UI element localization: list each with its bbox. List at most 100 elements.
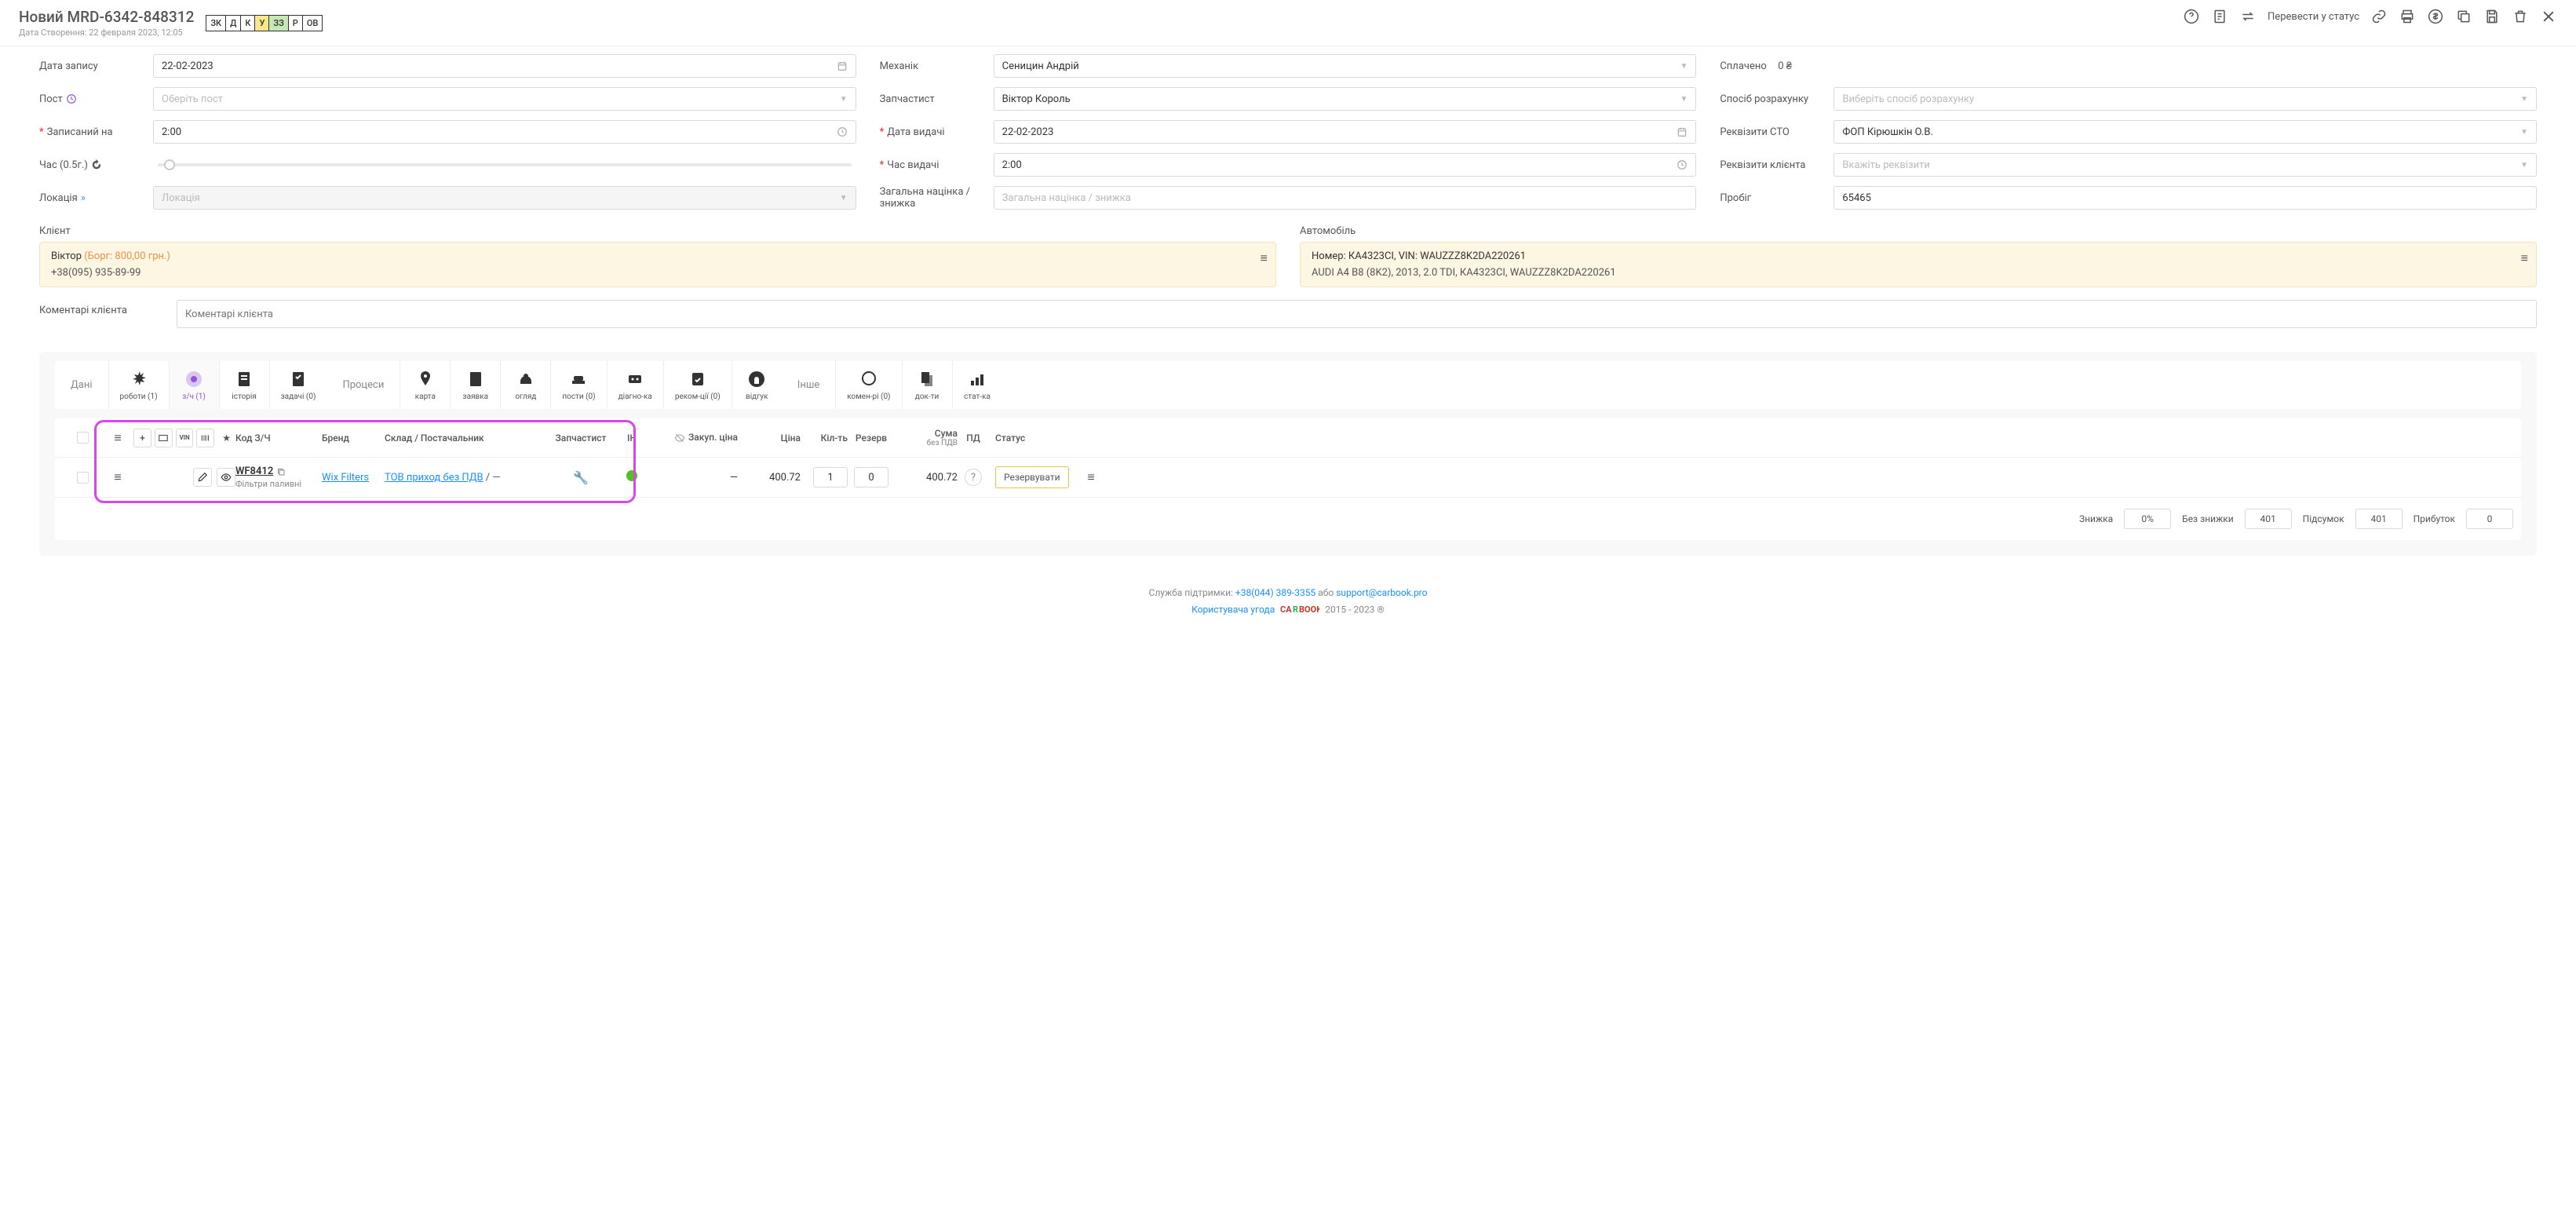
print-icon[interactable]	[2399, 8, 2416, 25]
scheduled-input[interactable]: 2:00	[153, 120, 856, 144]
badge-r[interactable]: Р	[288, 15, 303, 31]
date-input[interactable]: 22-02-2023	[153, 54, 856, 78]
tab-map[interactable]: карта	[400, 361, 450, 409]
mileage-label: Пробіг	[1720, 192, 1833, 204]
reserve-input[interactable]: 0	[854, 467, 888, 487]
client-menu-icon[interactable]: ≡	[1261, 250, 1268, 266]
car-menu-icon[interactable]: ≡	[2521, 250, 2528, 266]
th-qty: Кіл-ть	[801, 433, 848, 444]
scheduled-label: * Записаний на	[39, 126, 153, 138]
badge-u[interactable]: У	[254, 15, 269, 31]
tab-inspection[interactable]: огляд	[500, 361, 550, 409]
carbook-logo: CARBOOK	[1280, 603, 1319, 618]
discount-value[interactable]: 0%	[2124, 509, 2171, 529]
tabs-bar: Дані роботи (1) з/ч (1) історія задачі (…	[55, 361, 2521, 409]
car-box: ≡ Номер: КА4323СІ, VIN: WAUZZZ8K2DA22026…	[1300, 242, 2537, 287]
location-select[interactable]: Локація▼	[153, 186, 856, 210]
post-label: Пост	[39, 93, 153, 105]
comment-input[interactable]	[177, 300, 2537, 328]
badge-zk[interactable]: ЗК	[206, 15, 226, 31]
copy-code-icon[interactable]	[276, 467, 286, 476]
tab-group-other: Інше	[782, 361, 835, 409]
badge-ov[interactable]: ОВ	[302, 15, 323, 31]
transfer-status-label[interactable]: Перевести у статус	[2268, 11, 2359, 23]
favorite-button[interactable]: ★	[217, 429, 235, 447]
badge-zz[interactable]: ЗЗ	[268, 15, 288, 31]
add-part-button[interactable]: +	[133, 429, 151, 447]
cell-zprice: —	[651, 472, 738, 484]
markup-input[interactable]: Загальна націнка / знижка	[994, 186, 1697, 210]
th-brand: Бренд	[322, 433, 385, 444]
payment-select[interactable]: Виберіть спосіб розрахунку▼	[1833, 87, 2537, 111]
part-desc: Фільтри паливні	[235, 479, 322, 489]
tab-parts[interactable]: з/ч (1)	[169, 361, 219, 409]
row-actions-icon[interactable]: ≡	[1087, 469, 1094, 484]
location-label: Локація »	[39, 192, 153, 204]
th-reserve: Резерв	[848, 433, 895, 444]
client-box: ≡ Віктор (Борг: 800,00 грн.) +38(095) 93…	[39, 242, 1276, 287]
swap-icon[interactable]	[2239, 8, 2257, 25]
document-icon[interactable]	[2211, 8, 2228, 25]
close-icon[interactable]	[2540, 8, 2557, 25]
issue-date-input[interactable]: 22-02-2023	[994, 120, 1697, 144]
tab-works[interactable]: роботи (1)	[108, 361, 169, 409]
badge-k[interactable]: К	[240, 15, 255, 31]
view-button[interactable]	[217, 468, 235, 487]
issue-time-input[interactable]: 2:00	[994, 153, 1697, 177]
save-icon[interactable]	[2483, 8, 2501, 25]
tab-docs[interactable]: док-ти	[902, 361, 952, 409]
agreement-link[interactable]: Користувача угода	[1191, 604, 1275, 615]
tab-feedback[interactable]: відгук	[732, 361, 782, 409]
copy-icon[interactable]	[2455, 8, 2472, 25]
tab-stats[interactable]: стат-ка	[952, 361, 1002, 409]
vin-button[interactable]: VIN	[176, 429, 194, 447]
svg-text:BOOK: BOOK	[1299, 604, 1319, 615]
part-code[interactable]: WF8412	[235, 465, 273, 477]
tab-request[interactable]: заявка	[450, 361, 500, 409]
help-icon[interactable]	[2183, 8, 2200, 25]
tab-recom[interactable]: реком-ції (0)	[663, 361, 732, 409]
tab-tasks[interactable]: задачі (0)	[269, 361, 327, 409]
svg-text:CA: CA	[1280, 604, 1292, 615]
badge-d[interactable]: Д	[225, 15, 241, 31]
nodisc-value: 401	[2245, 509, 2292, 529]
catalog-button[interactable]	[155, 429, 173, 447]
requisites-client-select[interactable]: Вкажіть реквізити▼	[1833, 153, 2537, 177]
partsman-select[interactable]: Віктор Король▼	[994, 87, 1697, 111]
payment-label: Спосіб розрахунку	[1720, 93, 1833, 105]
status-badges: ЗК Д К У ЗЗ Р ОВ	[206, 15, 323, 31]
support-phone-link[interactable]: +38(044) 389-3355	[1235, 587, 1315, 598]
row-menu-icon[interactable]: ≡	[114, 469, 121, 485]
edit-button[interactable]	[193, 468, 212, 487]
supplier-link[interactable]: ТОВ приход без ПДВ	[385, 472, 483, 484]
client-phone: +38(095) 935-89-99	[51, 267, 1264, 279]
header-menu-icon[interactable]: ≡	[114, 430, 121, 446]
wrench-icon[interactable]: 🔧	[573, 470, 589, 485]
reserve-button[interactable]: Резервувати	[995, 466, 1069, 488]
brand-link[interactable]: Wix Filters	[322, 472, 369, 484]
mechanic-select[interactable]: Сеницин Андрій▼	[994, 54, 1697, 78]
delete-icon[interactable]	[2512, 8, 2529, 25]
tab-comments[interactable]: комен-рі (0)	[835, 361, 901, 409]
qty-input[interactable]: 1	[813, 467, 848, 487]
tab-posts[interactable]: пости (0)	[550, 361, 606, 409]
tab-history[interactable]: історія	[219, 361, 269, 409]
th-supplier: Склад / Постачальник	[385, 433, 549, 444]
tab-diag[interactable]: діагно-ка	[607, 361, 663, 409]
barcode-button[interactable]	[196, 429, 214, 447]
time-slider[interactable]	[153, 163, 856, 166]
subtotal-label: Підсумок	[2303, 513, 2344, 524]
post-select[interactable]: Оберіть пост▼	[153, 87, 856, 111]
dollar-icon[interactable]	[2427, 8, 2444, 25]
th-pd: ПД	[958, 433, 989, 444]
cell-sum: 400.72	[895, 472, 958, 484]
requisites-sto-label: Реквізити СТО	[1720, 126, 1833, 138]
client-section-label: Клієнт	[39, 225, 1276, 237]
mileage-input[interactable]: 65465	[1833, 186, 2537, 210]
support-email-link[interactable]: support@carbook.pro	[1336, 587, 1427, 598]
row-checkbox[interactable]	[77, 472, 89, 484]
requisites-sto-select[interactable]: ФОП Кірюшкін О.В.▼	[1833, 120, 2537, 144]
link-icon[interactable]	[2370, 8, 2388, 25]
select-all-checkbox[interactable]	[77, 432, 89, 444]
pd-help-icon[interactable]: ?	[965, 469, 982, 486]
